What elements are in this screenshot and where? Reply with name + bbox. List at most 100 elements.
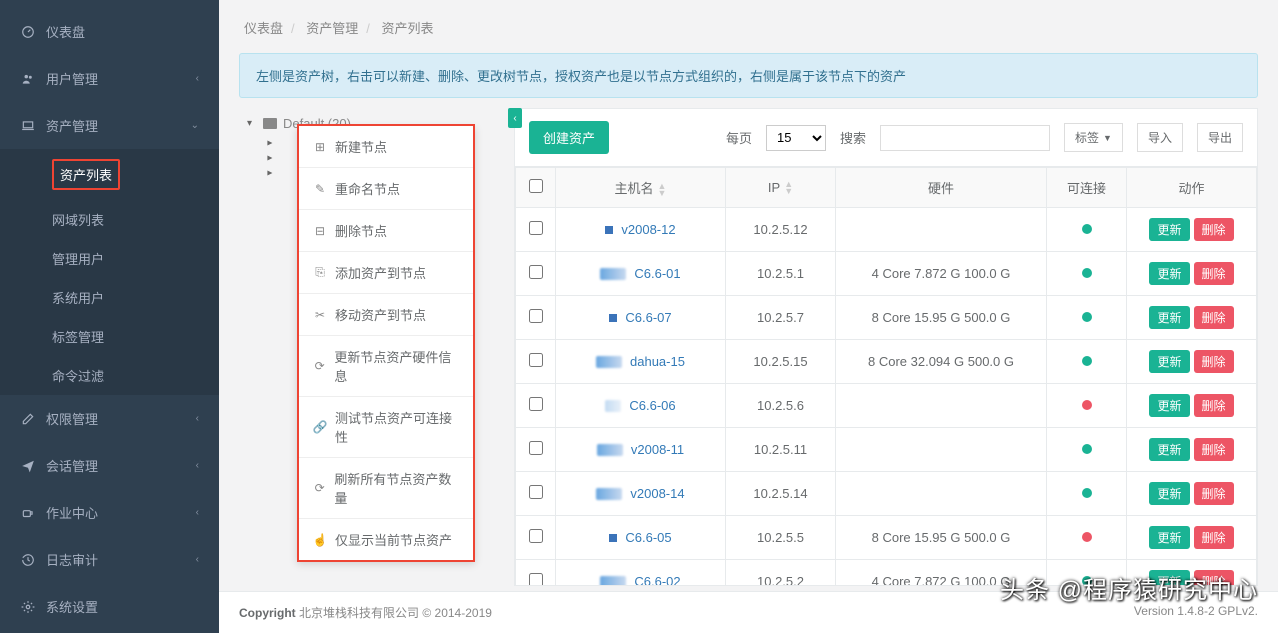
- sidebar-item-edit[interactable]: 权限管理‹: [0, 395, 219, 442]
- cell-hw: [836, 428, 1047, 472]
- sidebar-item-dashboard[interactable]: 仪表盘: [0, 8, 219, 55]
- row-checkbox[interactable]: [529, 397, 543, 411]
- table-row: dahua-1510.2.5.158 Core 32.094 G 500.0 G…: [516, 340, 1257, 384]
- cogs-icon: [20, 600, 36, 614]
- search-input[interactable]: [880, 125, 1050, 151]
- delete-button[interactable]: 删除: [1194, 350, 1234, 373]
- crumb-1[interactable]: 资产管理: [306, 21, 358, 36]
- row-checkbox[interactable]: [529, 221, 543, 235]
- create-asset-button[interactable]: 创建资产: [529, 121, 609, 154]
- sidebar-subitem[interactable]: 系统用户: [0, 278, 219, 317]
- coffee-icon: [20, 506, 36, 520]
- host-link[interactable]: v2008-11: [631, 442, 684, 457]
- select-all-checkbox[interactable]: [529, 179, 543, 193]
- tags-button[interactable]: 标签▼: [1064, 123, 1123, 152]
- th-conn: 可连接: [1067, 181, 1106, 196]
- ctx-item[interactable]: ⎘添加资产到节点: [299, 252, 473, 294]
- delete-button[interactable]: 删除: [1194, 438, 1234, 461]
- users-icon: [20, 72, 36, 86]
- ctx-item[interactable]: ⊟删除节点: [299, 210, 473, 252]
- host-link[interactable]: C6.6-01: [634, 266, 680, 281]
- caret-right-icon[interactable]: ▾: [265, 151, 276, 161]
- delete-button[interactable]: 删除: [1194, 262, 1234, 285]
- sidebar-subitem[interactable]: 标签管理: [0, 317, 219, 356]
- table-row: v2008-1410.2.5.14更新删除: [516, 472, 1257, 516]
- cell-hw: 8 Core 15.95 G 500.0 G: [836, 296, 1047, 340]
- import-button[interactable]: 导入: [1137, 123, 1183, 152]
- sidebar-subitem[interactable]: 资产列表: [0, 149, 219, 200]
- tree-collapse-handle[interactable]: ‹: [508, 108, 522, 128]
- host-link[interactable]: dahua-15: [630, 354, 685, 369]
- update-button[interactable]: 更新: [1149, 438, 1189, 461]
- ctx-item[interactable]: ⊞新建节点: [299, 126, 473, 168]
- sidebar-item-laptop[interactable]: 资产管理⌄: [0, 102, 219, 149]
- export-button[interactable]: 导出: [1197, 123, 1243, 152]
- sort-icon[interactable]: ▲▼: [784, 181, 793, 195]
- cell-ip: 10.2.5.7: [726, 296, 836, 340]
- ctx-item-label: 更新节点资产硬件信息: [334, 347, 459, 385]
- send-icon: [20, 459, 36, 473]
- update-button[interactable]: 更新: [1149, 482, 1189, 505]
- footer-copyright: Copyright: [239, 606, 296, 620]
- cell-ip: 10.2.5.15: [726, 340, 836, 384]
- th-host[interactable]: 主机名: [615, 181, 654, 196]
- sidebar-subitem[interactable]: 命令过滤: [0, 356, 219, 395]
- host-link[interactable]: C6.6-05: [625, 530, 671, 545]
- update-button[interactable]: 更新: [1149, 394, 1189, 417]
- row-checkbox[interactable]: [529, 529, 543, 543]
- row-checkbox[interactable]: [529, 573, 543, 585]
- ctx-item[interactable]: ☝仅显示当前节点资产: [299, 519, 473, 560]
- update-button[interactable]: 更新: [1149, 306, 1189, 329]
- sidebar-item-users[interactable]: 用户管理‹: [0, 55, 219, 102]
- sidebar-item-cogs[interactable]: 系统设置: [0, 583, 219, 630]
- delete-button[interactable]: 删除: [1194, 394, 1234, 417]
- host-link[interactable]: v2008-12: [621, 222, 675, 237]
- ctx-item[interactable]: ⟳刷新所有节点资产数量: [299, 458, 473, 519]
- sidebar-item-history[interactable]: 日志审计‹: [0, 536, 219, 583]
- th-ip[interactable]: IP: [768, 180, 780, 195]
- table-row: C6.6-0110.2.5.14 Core 7.872 G 100.0 G更新删…: [516, 252, 1257, 296]
- host-link[interactable]: v2008-14: [630, 486, 684, 501]
- link-icon: 🔗: [313, 420, 327, 434]
- ctx-item[interactable]: ⟳更新节点资产硬件信息: [299, 336, 473, 397]
- host-link[interactable]: C6.6-06: [629, 398, 675, 413]
- chevron-left-icon: ‹: [196, 554, 199, 565]
- host-link[interactable]: C6.6-07: [625, 310, 671, 325]
- delete-button[interactable]: 删除: [1194, 570, 1234, 585]
- per-page-select[interactable]: 15: [766, 125, 826, 151]
- delete-button[interactable]: 删除: [1194, 526, 1234, 549]
- update-button[interactable]: 更新: [1149, 218, 1189, 241]
- sidebar-item-coffee[interactable]: 作业中心‹: [0, 489, 219, 536]
- sidebar-subitem[interactable]: 管理用户: [0, 239, 219, 278]
- delete-button[interactable]: 删除: [1194, 306, 1234, 329]
- sidebar-subitem[interactable]: 网域列表: [0, 200, 219, 239]
- row-checkbox[interactable]: [529, 309, 543, 323]
- crumb-0[interactable]: 仪表盘: [244, 21, 283, 36]
- update-button[interactable]: 更新: [1149, 350, 1189, 373]
- main: 仪表盘/ 资产管理/ 资产列表 左侧是资产树，右击可以新建、删除、更改树节点，授…: [219, 0, 1278, 633]
- sidebar-item-label: 权限管理: [46, 409, 98, 428]
- update-button[interactable]: 更新: [1149, 262, 1189, 285]
- sidebar-item-send[interactable]: 会话管理‹: [0, 442, 219, 489]
- row-checkbox[interactable]: [529, 485, 543, 499]
- delete-button[interactable]: 删除: [1194, 218, 1234, 241]
- delete-button[interactable]: 删除: [1194, 482, 1234, 505]
- row-checkbox[interactable]: [529, 265, 543, 279]
- ctx-item[interactable]: ✂移动资产到节点: [299, 294, 473, 336]
- ctx-item-label: 删除节点: [335, 221, 387, 240]
- info-banner: 左侧是资产树，右击可以新建、删除、更改树节点，授权资产也是以节点方式组织的，右侧…: [239, 53, 1258, 98]
- sidebar-item-label: 资产管理: [46, 116, 98, 135]
- cell-hw: 8 Core 15.95 G 500.0 G: [836, 516, 1047, 560]
- caret-right-icon[interactable]: ▾: [265, 136, 276, 146]
- sort-icon[interactable]: ▲▼: [658, 183, 667, 197]
- row-checkbox[interactable]: [529, 441, 543, 455]
- ctx-item[interactable]: 🔗测试节点资产可连接性: [299, 397, 473, 458]
- caret-down-icon[interactable]: ▾: [247, 118, 257, 129]
- row-checkbox[interactable]: [529, 353, 543, 367]
- ctx-item[interactable]: ✎重命名节点: [299, 168, 473, 210]
- update-button[interactable]: 更新: [1149, 526, 1189, 549]
- caret-right-icon[interactable]: ▾: [265, 166, 276, 176]
- host-link[interactable]: C6.6-02: [634, 574, 680, 585]
- update-button[interactable]: 更新: [1149, 570, 1189, 585]
- ctx-item-label: 新建节点: [335, 137, 387, 156]
